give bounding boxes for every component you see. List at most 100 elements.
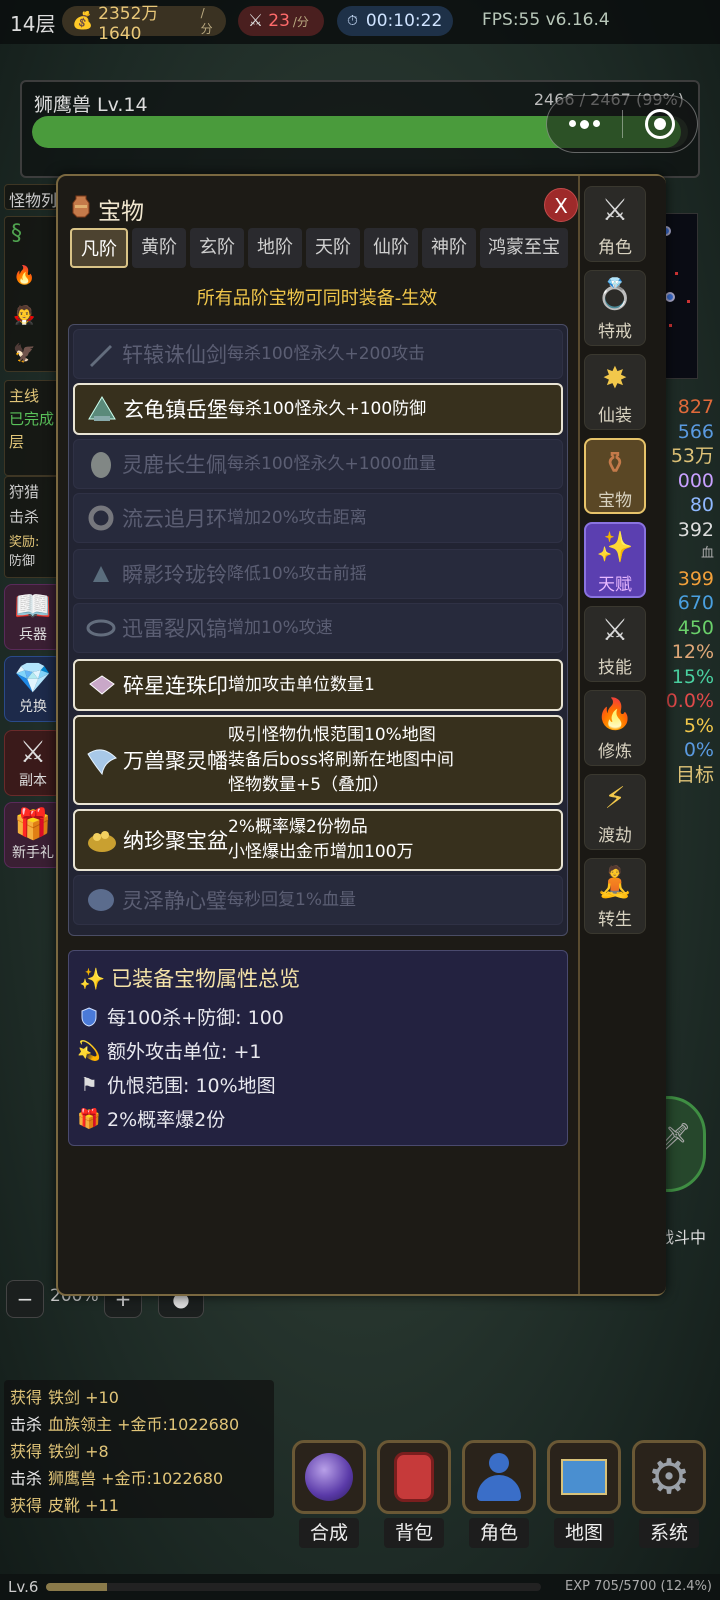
xp-text: EXP 705/5700 (12.4%) bbox=[565, 1579, 712, 1594]
nav-map-label: 地图 bbox=[554, 1518, 614, 1548]
treasure-desc: 吸引怪物仇恨范围10%地图 装备后boss将刷新在地图中间 怪物数量+5（叠加） bbox=[228, 723, 454, 798]
tier-tab[interactable]: 玄阶 bbox=[190, 228, 244, 268]
treasure-desc: 增加20%攻击距离 bbox=[227, 506, 367, 531]
log-action: 获得 bbox=[10, 1442, 43, 1461]
hunt-defense: 防御 bbox=[9, 554, 36, 569]
tier-tab[interactable]: 地阶 bbox=[248, 228, 302, 268]
category-nav-item[interactable]: ✨ 天赋 bbox=[584, 522, 646, 598]
treasure-name: 灵鹿长生佩 bbox=[122, 453, 227, 477]
log-entry: 击杀 狮鹰兽 +金币:1022680 bbox=[10, 1465, 268, 1492]
hunt-title: 狩猎 bbox=[9, 483, 40, 501]
treasure-desc: 每杀100怪永久+200攻击 bbox=[227, 342, 425, 367]
nav-system[interactable]: ⚙ 系统 bbox=[632, 1440, 706, 1548]
main-quest-panel[interactable]: 主线 已完成 层 bbox=[4, 380, 62, 476]
flame-icon: 🔥 bbox=[596, 696, 634, 732]
treasure-item[interactable]: 灵泽静心璧 每秒回复1%血量 bbox=[73, 875, 563, 925]
quest-title: 主线 bbox=[9, 387, 40, 405]
log-detail: 铁剑 +8 bbox=[48, 1442, 109, 1461]
treasure-list: 轩辕诛仙剑 每杀100怪永久+200攻击 玄龟镇岳堡 每杀100怪永久+100防御 灵鹿… bbox=[68, 324, 568, 936]
tier-tab[interactable]: 鸿蒙至宝 bbox=[480, 228, 568, 268]
tier-tab[interactable]: 神阶 bbox=[422, 228, 476, 268]
category-nav-item[interactable]: ⚔ 角色 bbox=[584, 186, 646, 262]
treasure-item[interactable]: 迅雷裂风镐 增加10%攻速 bbox=[73, 603, 563, 653]
category-sidebar: ⚔ 角色 💍 特戒 ✸ 仙装 ⚱ 宝物 ✨ 天赋 ⚔ 技能 🔥 修炼 ⚡ 渡劫 🧘 转生 bbox=[578, 176, 666, 1294]
player-level: Lv.6 bbox=[8, 1578, 39, 1596]
xp-bar bbox=[46, 1583, 541, 1591]
treasure-desc: 增加攻击单位数量1 bbox=[228, 673, 375, 698]
treasure-desc-line: 降低10%攻击前摇 bbox=[227, 563, 367, 584]
category-nav-label: 修炼 bbox=[598, 742, 632, 762]
tier-tab[interactable]: 仙阶 bbox=[364, 228, 418, 268]
category-nav-item[interactable]: 🧘 转生 bbox=[584, 858, 646, 934]
fps-version-label: FPS:55 v6.16.4 bbox=[482, 10, 610, 30]
nav-bag-label: 背包 bbox=[384, 1518, 444, 1548]
seal-icon bbox=[85, 668, 119, 702]
nav-map[interactable]: 地图 bbox=[547, 1440, 621, 1548]
treasure-item[interactable]: 碎星连珠印 增加攻击单位数量1 bbox=[73, 659, 563, 711]
newbie-gift-button[interactable]: 🎁 新手礼 bbox=[4, 802, 62, 868]
sunburst-icon: ✸ bbox=[602, 360, 628, 396]
summary-row: ⚑ 仇恨范围: 10%地图 bbox=[79, 1071, 275, 1098]
summary-title-text: 已装备宝物属性总览 bbox=[111, 967, 301, 991]
crossed-swords-icon: ⚔ bbox=[601, 612, 629, 648]
exchange-button[interactable]: 💎 兑换 bbox=[4, 656, 62, 722]
treasure-desc-line: 每杀100怪永久+200攻击 bbox=[227, 343, 426, 364]
hunt-panel[interactable]: 狩猎 击杀 奖励: 防御 bbox=[4, 476, 62, 578]
treasure-name: 迅雷裂风镐 bbox=[122, 617, 227, 641]
category-nav-item[interactable]: ⚱ 宝物 bbox=[584, 438, 646, 514]
summary-row: 🎁 2%概率爆2份 bbox=[77, 1105, 225, 1132]
treasure-desc-line: 2%概率爆2份物品 bbox=[228, 817, 368, 837]
treasure-desc-line: 每杀100怪永久+100防御 bbox=[228, 398, 427, 419]
gold-rate-value: 2352万1640 bbox=[98, 3, 159, 44]
treasure-bowl-icon bbox=[85, 823, 119, 857]
weapon-button[interactable]: 📖 兵器 bbox=[4, 584, 62, 650]
tier-tab[interactable]: 黄阶 bbox=[132, 228, 186, 268]
treasure-item[interactable]: 玄龟镇岳堡 每杀100怪永久+100防御 bbox=[73, 383, 563, 435]
cloud-ring-icon bbox=[84, 501, 118, 535]
banner-icon bbox=[85, 743, 119, 777]
category-nav-label: 仙装 bbox=[598, 406, 632, 426]
nav-character[interactable]: 角色 bbox=[462, 1440, 536, 1548]
treasure-item[interactable]: 纳珍聚宝盆 2%概率爆2份物品 小怪爆出金币增加100万 bbox=[73, 809, 563, 871]
treasure-desc-line: 每杀100怪永久+1000血量 bbox=[227, 453, 436, 474]
hunt-kill: 击杀 bbox=[9, 508, 40, 526]
treasure-item[interactable]: 万兽聚灵幡 吸引怪物仇恨范围10%地图 装备后boss将刷新在地图中间 怪物数量+5（… bbox=[73, 715, 563, 805]
category-nav-item[interactable]: 🔥 修炼 bbox=[584, 690, 646, 766]
person-icon bbox=[462, 1440, 536, 1514]
griffin-icon: 🦅 bbox=[13, 343, 36, 364]
zoom-out-button[interactable]: − bbox=[6, 1280, 44, 1318]
nav-synthesize[interactable]: 合成 bbox=[292, 1440, 366, 1548]
treasure-desc: 每杀100怪永久+1000血量 bbox=[227, 452, 436, 477]
log-action: 获得 bbox=[10, 1496, 43, 1515]
more-dots-icon bbox=[568, 119, 600, 129]
treasure-item[interactable]: 瞬影玲珑铃 降低10%攻击前摇 bbox=[73, 549, 563, 599]
close-button[interactable]: X bbox=[544, 188, 578, 222]
jade-pendant-icon bbox=[84, 447, 118, 481]
summary-row: 每100杀+防御: 100 bbox=[79, 1003, 284, 1030]
summary-title: ✨ 已装备宝物属性总览 bbox=[79, 963, 300, 993]
monster-list-tab[interactable]: 怪物列 bbox=[4, 184, 62, 210]
crossed-swords-icon: ⚔ bbox=[248, 11, 264, 31]
close-miniprogram-button[interactable] bbox=[623, 96, 698, 152]
treasure-desc: 每杀100怪永久+100防御 bbox=[228, 397, 426, 422]
treasure-item[interactable]: 轩辕诛仙剑 每杀100怪永久+200攻击 bbox=[73, 329, 563, 379]
tier-tab[interactable]: 天阶 bbox=[306, 228, 360, 268]
category-nav-item[interactable]: 💍 特戒 bbox=[584, 270, 646, 346]
treasure-item[interactable]: 灵鹿长生佩 每杀100怪永久+1000血量 bbox=[73, 439, 563, 489]
newbie-gift-label: 新手礼 bbox=[12, 845, 54, 861]
vase-icon: ⚱ bbox=[602, 445, 628, 481]
category-nav-item[interactable]: ✸ 仙装 bbox=[584, 354, 646, 430]
tier-tab[interactable]: 凡阶 bbox=[70, 228, 128, 268]
nav-bag[interactable]: 背包 bbox=[377, 1440, 451, 1548]
shield-icon bbox=[79, 1006, 99, 1027]
log-action: 击杀 bbox=[10, 1415, 43, 1434]
gold-rate-badge: 💰 2352万1640 /分 bbox=[62, 4, 226, 44]
category-nav-item[interactable]: ⚡ 渡劫 bbox=[584, 774, 646, 850]
more-menu-button[interactable] bbox=[547, 96, 622, 152]
bell-icon bbox=[84, 557, 118, 591]
turtle-fortress-icon bbox=[85, 392, 119, 426]
dungeon-button[interactable]: ⚔ 副本 bbox=[4, 730, 62, 796]
treasure-item[interactable]: 流云追月环 增加20%攻击距离 bbox=[73, 493, 563, 543]
treasure-name: 碎星连珠印 bbox=[123, 674, 228, 698]
category-nav-item[interactable]: ⚔ 技能 bbox=[584, 606, 646, 682]
